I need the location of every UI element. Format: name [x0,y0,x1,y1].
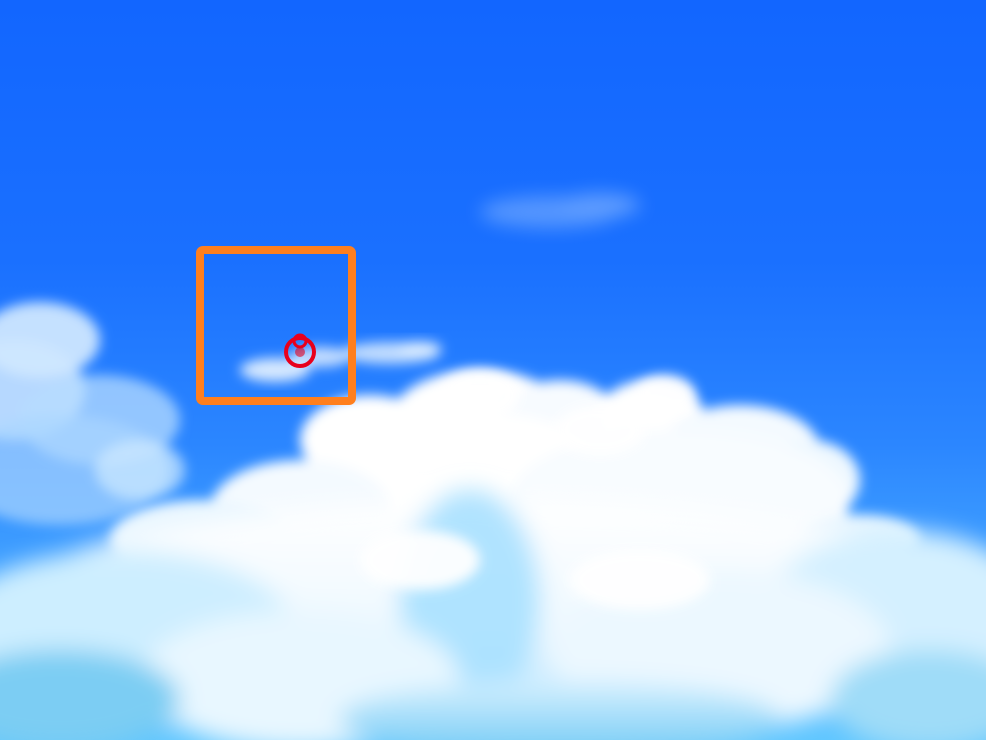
sky-scene [0,0,986,740]
sky-canvas [0,0,986,740]
